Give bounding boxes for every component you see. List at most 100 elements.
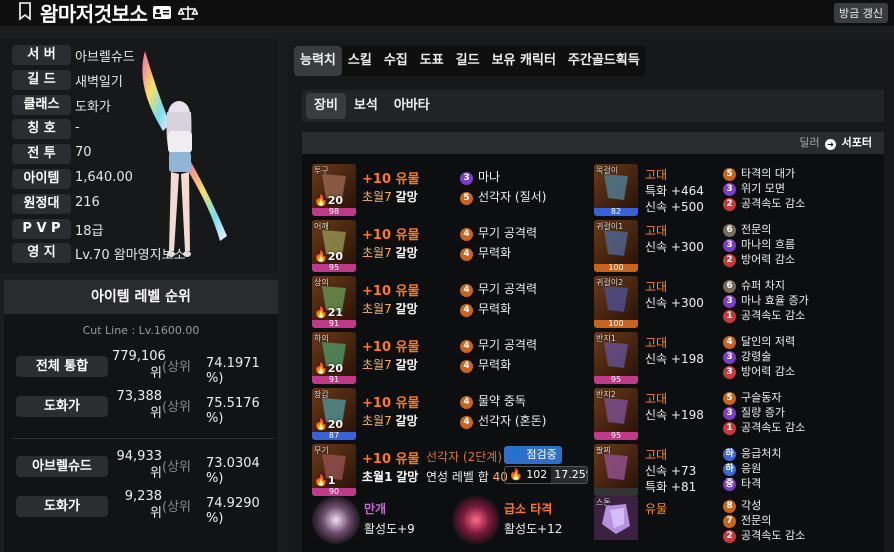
engraving-level-badge: 5 — [723, 392, 736, 405]
tab-4[interactable]: 길드 — [450, 46, 486, 76]
role-toggle[interactable]: 딜러 ➜ 서포터 — [302, 132, 884, 154]
slot-label: 투구 — [314, 166, 329, 175]
ranking-rank: 9,238 위 — [124, 489, 162, 521]
equipment-slot[interactable]: 팔찌 — [594, 444, 638, 496]
refresh-button[interactable]: 방금 갱신 — [834, 3, 888, 23]
profile-key: 아이템 — [12, 169, 71, 189]
slot-label: 팔찌 — [596, 446, 611, 455]
tab-3[interactable]: 도표 — [414, 46, 450, 76]
accessory-engraving: 1 공격속도 감소 — [723, 420, 805, 435]
engraving-level-badge: 6 — [723, 280, 736, 293]
transcendence: 초월7 갈망 — [362, 414, 418, 428]
transcendence: 초월7 갈망 — [362, 190, 418, 204]
equipment-slot[interactable]: 장갑 🔥20 87 — [312, 388, 356, 440]
engraving-level-badge: 4 — [460, 304, 473, 317]
arrow-right-icon: ➜ — [825, 139, 837, 150]
slot-level: 🔥20 — [314, 362, 344, 375]
bookmark-icon[interactable] — [18, 1, 32, 21]
scale-icon[interactable] — [178, 5, 198, 21]
top-bar: 왐마저것보소 방금 갱신 — [0, 0, 894, 26]
quality-bar: 91 — [312, 320, 356, 328]
profile-value: 18급 — [75, 223, 104, 239]
ranking-rank: 779,106 위 — [112, 349, 166, 381]
accessory-engraving: 6 전문의 — [723, 222, 771, 237]
equipment-slot[interactable]: 투구 🔥20 98 — [312, 164, 356, 216]
equipment-slot[interactable]: 반지2 95 — [594, 388, 638, 440]
accessory-engraving: 3 질량 증가 — [723, 405, 785, 420]
equipment-slot[interactable]: 목걸이 82 — [594, 164, 638, 216]
tab-6[interactable]: 주간골드획득 — [562, 46, 646, 76]
equipment-slot[interactable]: 귀걸이1 100 — [594, 220, 638, 272]
gem-icon[interactable] — [312, 496, 360, 544]
dealer-label[interactable]: 딜러 — [799, 136, 819, 149]
id-card-icon[interactable] — [152, 5, 172, 20]
engraving-level-badge: 3 — [723, 239, 736, 252]
enhancement: +10 유물 — [362, 340, 420, 355]
tab-0[interactable]: 능력치 — [294, 46, 342, 76]
tab-1[interactable]: 스킬 — [342, 46, 378, 76]
subtab-2[interactable]: 아바타 — [386, 90, 438, 122]
engraving-level-badge: 6 — [723, 224, 736, 237]
weapon-enhancement: +10 유물 — [362, 452, 420, 467]
transcendence: 초월7 갈망 — [362, 358, 418, 372]
subtab-0[interactable]: 장비 — [306, 93, 346, 119]
profile-key: 전 투 — [12, 144, 71, 165]
weapon-transcendence: 초월1 갈망 — [362, 470, 419, 484]
gem-activity: 활성도+12 — [504, 522, 563, 536]
engraving-level-badge: 1 — [723, 310, 736, 323]
equipment-slot[interactable]: 귀걸이2 100 — [594, 276, 638, 328]
profile-key: 서 버 — [12, 45, 71, 65]
accessory-engraving: 3 마나 효율 증가 — [723, 293, 809, 308]
ranking-category: 아브렐슈드 — [16, 456, 108, 477]
detail-panel: 능력치 스킬 수집 도표 길드 보유 캐릭터 주간골드획득 장비 보석 아바타 딜러 ➜ 서포터… — [288, 40, 894, 552]
accessory-stat-1: 신속 +300 — [645, 240, 704, 254]
engraving-level-badge: 5 — [460, 192, 473, 205]
equipment-slot[interactable]: 어깨 🔥20 95 — [312, 220, 356, 272]
engraving-level-badge: 3 — [723, 295, 736, 308]
engraving-level-badge: 4 — [460, 360, 473, 373]
quality-bar: 95 — [594, 376, 638, 384]
slot-label: 무기 — [314, 446, 329, 455]
elixir-effect: 4 무력화 — [460, 300, 511, 317]
quality-bar: 100 — [594, 320, 638, 328]
engraving-level-badge: 3 — [723, 183, 736, 196]
subtab-1[interactable]: 보석 — [346, 90, 386, 122]
profile-value: 도화가 — [75, 99, 111, 115]
ranking-percent: 74.9290 %) — [206, 496, 260, 526]
check-status-button[interactable]: 👤 점검중 — [504, 446, 562, 464]
equipment-slot[interactable]: 하의 🔥20 91 — [312, 332, 356, 384]
equipment-panel: 투구 🔥20 98 +10 유물 초월7 갈망 3 마나 5 선각자 (질서) 어깨 🔥20 95 +1… — [302, 154, 884, 552]
ranking-percent: 73.0304 %) — [206, 456, 260, 486]
tab-2[interactable]: 수집 — [378, 46, 414, 76]
transcendence: 초월7 갈망 — [362, 246, 418, 260]
quality-bar: 90 — [312, 488, 356, 496]
item-level-ranking: 아이템 레벨 순위 Cut Line : Lv.1600.00 전체 통합 77… — [4, 280, 278, 552]
engraving-level-badge: 4 — [460, 284, 473, 297]
ability-stone-slot[interactable]: 스톤 — [594, 496, 638, 548]
profile-value: - — [75, 120, 80, 136]
supporter-label[interactable]: 서포터 — [842, 136, 872, 149]
quality-bar: 98 — [312, 208, 356, 216]
equipment-slot[interactable]: 무기 🔥1 90 — [312, 444, 356, 496]
gem-icon[interactable] — [452, 496, 500, 544]
ranking-rank: 73,388 위 — [116, 389, 163, 421]
slot-level: 🔥20 — [314, 194, 344, 207]
tab-5[interactable]: 보유 캐릭터 — [486, 46, 562, 76]
ranking-upper-label: (상위 — [162, 500, 191, 515]
equipment-slot[interactable]: 반지1 95 — [594, 332, 638, 384]
engraving-level-badge: 7 — [723, 515, 736, 528]
profile-value: 새벽일기 — [75, 74, 123, 90]
accessory-stat-2: 특화 +81 — [645, 480, 697, 494]
ranking-percent: 74.1971 %) — [206, 356, 260, 386]
equipment-slot[interactable]: 상의 🔥21 91 — [312, 276, 356, 328]
transcendence: 초월7 갈망 — [362, 302, 418, 316]
stone-grade: 유물 — [645, 502, 668, 516]
ranking-category: 전체 통합 — [16, 356, 108, 377]
character-image — [142, 51, 227, 257]
accessory-stat-2: 신속 +500 — [645, 200, 704, 214]
profile-value: 70 — [75, 145, 92, 161]
slot-label: 반지1 — [596, 334, 616, 343]
engraving-level-badge: 4 — [460, 416, 473, 429]
enhancement: +10 유물 — [362, 284, 420, 299]
accessory-engraving: 하 응급처치 — [723, 446, 781, 461]
